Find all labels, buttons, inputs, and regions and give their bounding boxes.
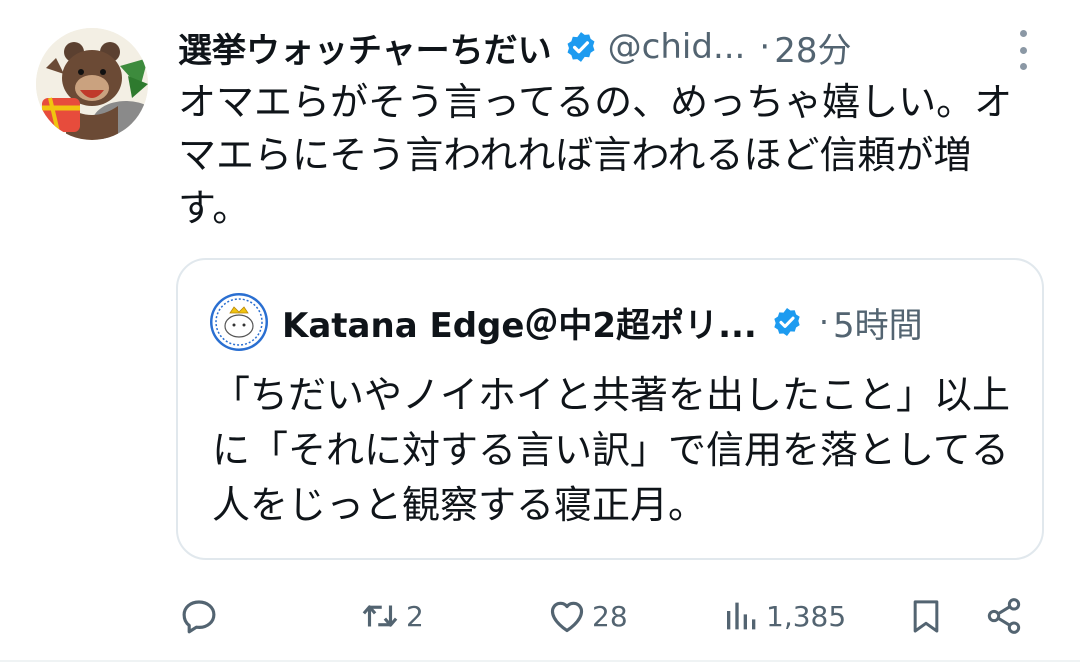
- bookmark-button[interactable]: [906, 588, 946, 644]
- quoted-header: Katana Edge＠中2超ポリ... · 5時間: [282, 294, 1022, 350]
- reply-icon: [182, 600, 216, 634]
- separator-dot: ·: [818, 303, 830, 341]
- retweet-icon: [362, 605, 398, 627]
- quoted-avatar[interactable]: [210, 293, 268, 351]
- bookmark-icon: [913, 600, 939, 633]
- tweet-header: 選挙ウォッチャーちだい @chid... · 28分: [178, 22, 1048, 72]
- verified-badge-icon: [567, 32, 595, 62]
- action-bar: 2 28 1,385: [0, 588, 1080, 648]
- quoted-timestamp[interactable]: 5時間: [833, 298, 923, 347]
- quoted-display-name[interactable]: Katana Edge＠中2超ポリ...: [282, 298, 757, 347]
- like-button[interactable]: 28: [546, 588, 628, 644]
- bear-avatar-icon: [36, 28, 148, 140]
- heart-icon: [550, 601, 584, 633]
- handle[interactable]: @chid...: [608, 27, 746, 67]
- quoted-tweet[interactable]: Katana Edge＠中2超ポリ... · 5時間 「ちだいやノイホイと共著を…: [176, 258, 1044, 560]
- views-button[interactable]: 1,385: [722, 588, 846, 644]
- like-count: 28: [592, 599, 628, 633]
- retweet-count: 2: [406, 599, 424, 633]
- views-icon: [727, 602, 756, 630]
- views-count: 1,385: [766, 599, 847, 633]
- verified-badge-icon: [774, 308, 800, 336]
- retweet-button[interactable]: 2: [358, 588, 424, 644]
- quoted-text: 「ちだいやノイホイと共著を出したこと」以上に「それに対する言い訳」で信用を落とし…: [212, 373, 1011, 527]
- tweet-text: オマエらがそう言ってるの、めっちゃ嬉しい。オマエらにそう言われれば言われるほど信…: [178, 80, 1013, 230]
- cat-crown-avatar-icon: [210, 293, 268, 351]
- share-icon: [987, 598, 1021, 634]
- reply-button[interactable]: [178, 588, 220, 644]
- more-options-icon[interactable]: [1008, 30, 1038, 70]
- divider: [0, 660, 1080, 662]
- avatar[interactable]: [36, 28, 148, 140]
- display-name[interactable]: 選挙ウォッチャーちだい: [178, 23, 552, 72]
- timestamp[interactable]: 28分: [774, 23, 851, 72]
- separator-dot: ·: [759, 27, 771, 67]
- share-button[interactable]: [984, 588, 1024, 644]
